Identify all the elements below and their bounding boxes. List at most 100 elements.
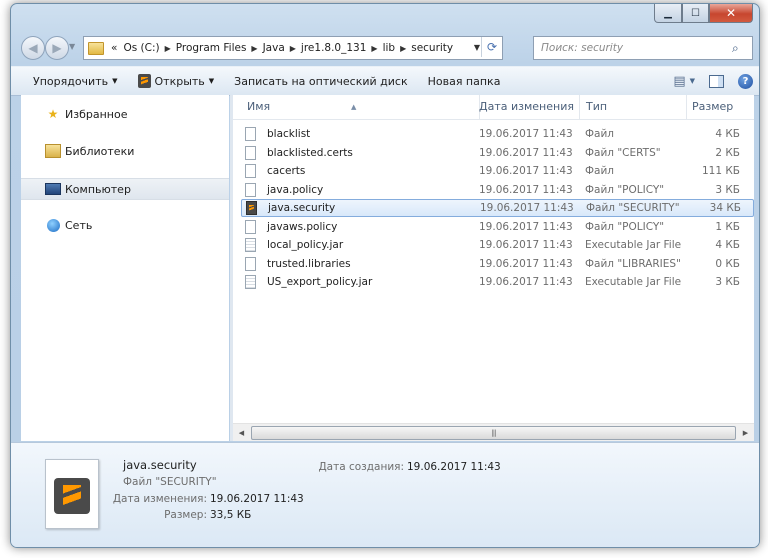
table-row[interactable]: javaws.policy 19.06.2017 11:43 Файл "POLIC… — [241, 218, 752, 236]
breadcrumb-item[interactable]: jre1.8.0_131 — [298, 42, 369, 54]
address-dropdown-icon[interactable]: ▼ — [474, 43, 480, 52]
file-icon — [245, 145, 256, 160]
column-headers: Имя ▲ Дата изменения Тип Размер — [233, 95, 754, 120]
scrollbar-thumb[interactable]: ||| — [251, 426, 736, 440]
scroll-left-icon[interactable]: ◀ — [233, 424, 250, 441]
nav-item-label: Сеть — [65, 218, 93, 232]
file-date: 19.06.2017 11:43 — [479, 128, 573, 140]
preview-pane-button[interactable] — [709, 74, 724, 88]
jar-file-icon — [245, 238, 256, 252]
file-date: 19.06.2017 11:43 — [479, 165, 573, 177]
breadcrumb-item[interactable]: lib — [380, 42, 399, 54]
nav-item-libraries[interactable]: Библиотеки — [21, 141, 229, 161]
breadcrumb-item[interactable]: Program Files — [173, 42, 250, 54]
search-input[interactable]: Поиск: security — [534, 42, 732, 54]
help-button[interactable]: ? — [738, 73, 753, 89]
chevron-right-icon[interactable]: ▶ — [249, 44, 259, 53]
file-size: 34 КБ — [709, 202, 741, 214]
chevron-right-icon[interactable]: ▶ — [398, 44, 408, 53]
chevron-right-icon[interactable]: ▶ — [163, 44, 173, 53]
table-row[interactable]: cacerts 19.06.2017 11:43 Файл 111 КБ — [241, 162, 752, 180]
file-icon — [245, 127, 256, 141]
file-size: 2 КБ — [715, 146, 740, 159]
maximize-button[interactable]: ☐ — [682, 4, 709, 23]
column-header-date[interactable]: Дата изменения — [473, 95, 580, 119]
file-date: 19.06.2017 11:43 — [480, 202, 574, 214]
table-row[interactable]: US_export_policy.jar 19.06.2017 11:43 Exec… — [241, 273, 752, 291]
file-date: 19.06.2017 11:43 — [479, 257, 573, 270]
minimize-button[interactable]: ▁ — [654, 4, 682, 23]
window-controls: ▁ ☐ ✕ — [654, 4, 753, 23]
explorer-window: ▁ ☐ ✕ ◀ ▶ ▼ « Os (C:) ▶ Program Files ▶ … — [10, 3, 760, 548]
file-date: 19.06.2017 11:43 — [479, 220, 573, 233]
file-name: java.security — [268, 202, 336, 214]
forward-button[interactable]: ▶ — [45, 36, 69, 60]
new-folder-button[interactable]: Новая папка — [418, 75, 511, 88]
column-header-size[interactable]: Размер — [686, 95, 754, 119]
chevron-right-icon[interactable]: ▶ — [288, 44, 298, 53]
file-type: Файл — [585, 165, 615, 177]
search-box[interactable]: Поиск: security ⌕ — [533, 36, 753, 60]
recent-pages-dropdown[interactable]: ▼ — [69, 42, 75, 51]
details-size-label: Размер: — [164, 509, 207, 521]
details-created-label: Дата создания: — [318, 461, 404, 473]
organize-button[interactable]: Упорядочить ▼ — [11, 75, 128, 88]
file-name: trusted.libraries — [267, 257, 351, 270]
search-icon[interactable]: ⌕ — [732, 41, 752, 56]
navigation-bar: ◀ ▶ ▼ « Os (C:) ▶ Program Files ▶ Java ▶… — [17, 35, 753, 61]
help-icon: ? — [738, 73, 753, 89]
view-options-icon[interactable]: ▤ — [673, 74, 685, 89]
table-row[interactable]: blacklisted.certs 19.06.2017 11:43 Файл "C… — [241, 144, 752, 162]
table-row[interactable]: trusted.libraries 19.06.2017 11:43 Файл "L… — [241, 255, 752, 273]
nav-item-network[interactable]: Сеть — [21, 215, 229, 235]
horizontal-scrollbar[interactable]: ◀ ||| ▶ — [233, 423, 754, 441]
command-bar: Упорядочить ▼ Открыть ▼ Записать на опти… — [11, 66, 759, 96]
chevron-down-icon[interactable]: ▼ — [690, 77, 695, 85]
nav-item-label: Избранное — [65, 107, 128, 121]
refresh-icon[interactable]: ⟳ — [481, 37, 502, 57]
file-date: 19.06.2017 11:43 — [479, 276, 573, 288]
breadcrumb-overflow[interactable]: « — [108, 42, 120, 54]
close-button[interactable]: ✕ — [709, 4, 753, 23]
jar-file-icon — [245, 275, 256, 289]
file-type: Файл "SECURITY" — [586, 202, 680, 214]
column-header-type[interactable]: Тип — [580, 95, 687, 119]
details-size-value: 33,5 КБ — [210, 509, 252, 521]
file-icon — [245, 256, 256, 271]
nav-item-computer[interactable]: Компьютер — [21, 178, 229, 200]
column-header-label: Тип — [586, 100, 608, 113]
file-name: blacklisted.certs — [267, 146, 353, 159]
table-row[interactable]: java.security 19.06.2017 11:43 Файл "SECUR… — [241, 199, 754, 217]
breadcrumb-item[interactable]: Java — [260, 42, 288, 54]
file-size: 3 КБ — [715, 183, 740, 196]
back-arrow-icon: ◀ — [28, 41, 38, 55]
file-date: 19.06.2017 11:43 — [479, 239, 573, 251]
burn-disc-button[interactable]: Записать на оптический диск — [224, 75, 417, 88]
column-header-name[interactable]: Имя ▲ — [233, 95, 480, 119]
toolbar-right: ▤ ▼ ? — [659, 67, 753, 95]
breadcrumb-item[interactable]: Os (C:) — [120, 42, 162, 54]
file-date: 19.06.2017 11:43 — [479, 183, 573, 196]
back-button[interactable]: ◀ — [21, 36, 45, 60]
breadcrumb-item[interactable]: security — [408, 42, 456, 54]
burn-disc-label: Записать на оптический диск — [234, 74, 408, 88]
table-row[interactable]: java.policy 19.06.2017 11:43 Файл "POLICY"… — [241, 181, 752, 199]
preview-pane-icon — [709, 74, 724, 88]
table-row[interactable]: blacklist 19.06.2017 11:43 Файл 4 КБ — [241, 125, 752, 143]
address-bar[interactable]: « Os (C:) ▶ Program Files ▶ Java ▶ jre1.… — [83, 36, 503, 60]
scroll-right-icon[interactable]: ▶ — [737, 424, 754, 441]
column-header-label: Размер — [692, 100, 734, 113]
table-row[interactable]: local_policy.jar 19.06.2017 11:43 Executab… — [241, 236, 752, 254]
file-type: Файл — [585, 128, 615, 140]
details-modified-label: Дата изменения: — [112, 493, 207, 505]
chevron-right-icon[interactable]: ▶ — [369, 44, 379, 53]
file-type: Executable Jar File — [585, 239, 682, 251]
file-type: Файл "CERTS" — [585, 146, 661, 159]
file-name: cacerts — [267, 165, 306, 177]
file-size: 4 КБ — [715, 239, 740, 251]
new-folder-label: Новая папка — [427, 74, 501, 88]
nav-item-favorites[interactable]: ★ Избранное — [21, 104, 229, 124]
file-list: Имя ▲ Дата изменения Тип Размер blacklis… — [233, 95, 754, 441]
breadcrumb: « Os (C:) ▶ Program Files ▶ Java ▶ jre1.… — [108, 42, 456, 54]
open-button[interactable]: Открыть ▼ — [128, 74, 225, 88]
